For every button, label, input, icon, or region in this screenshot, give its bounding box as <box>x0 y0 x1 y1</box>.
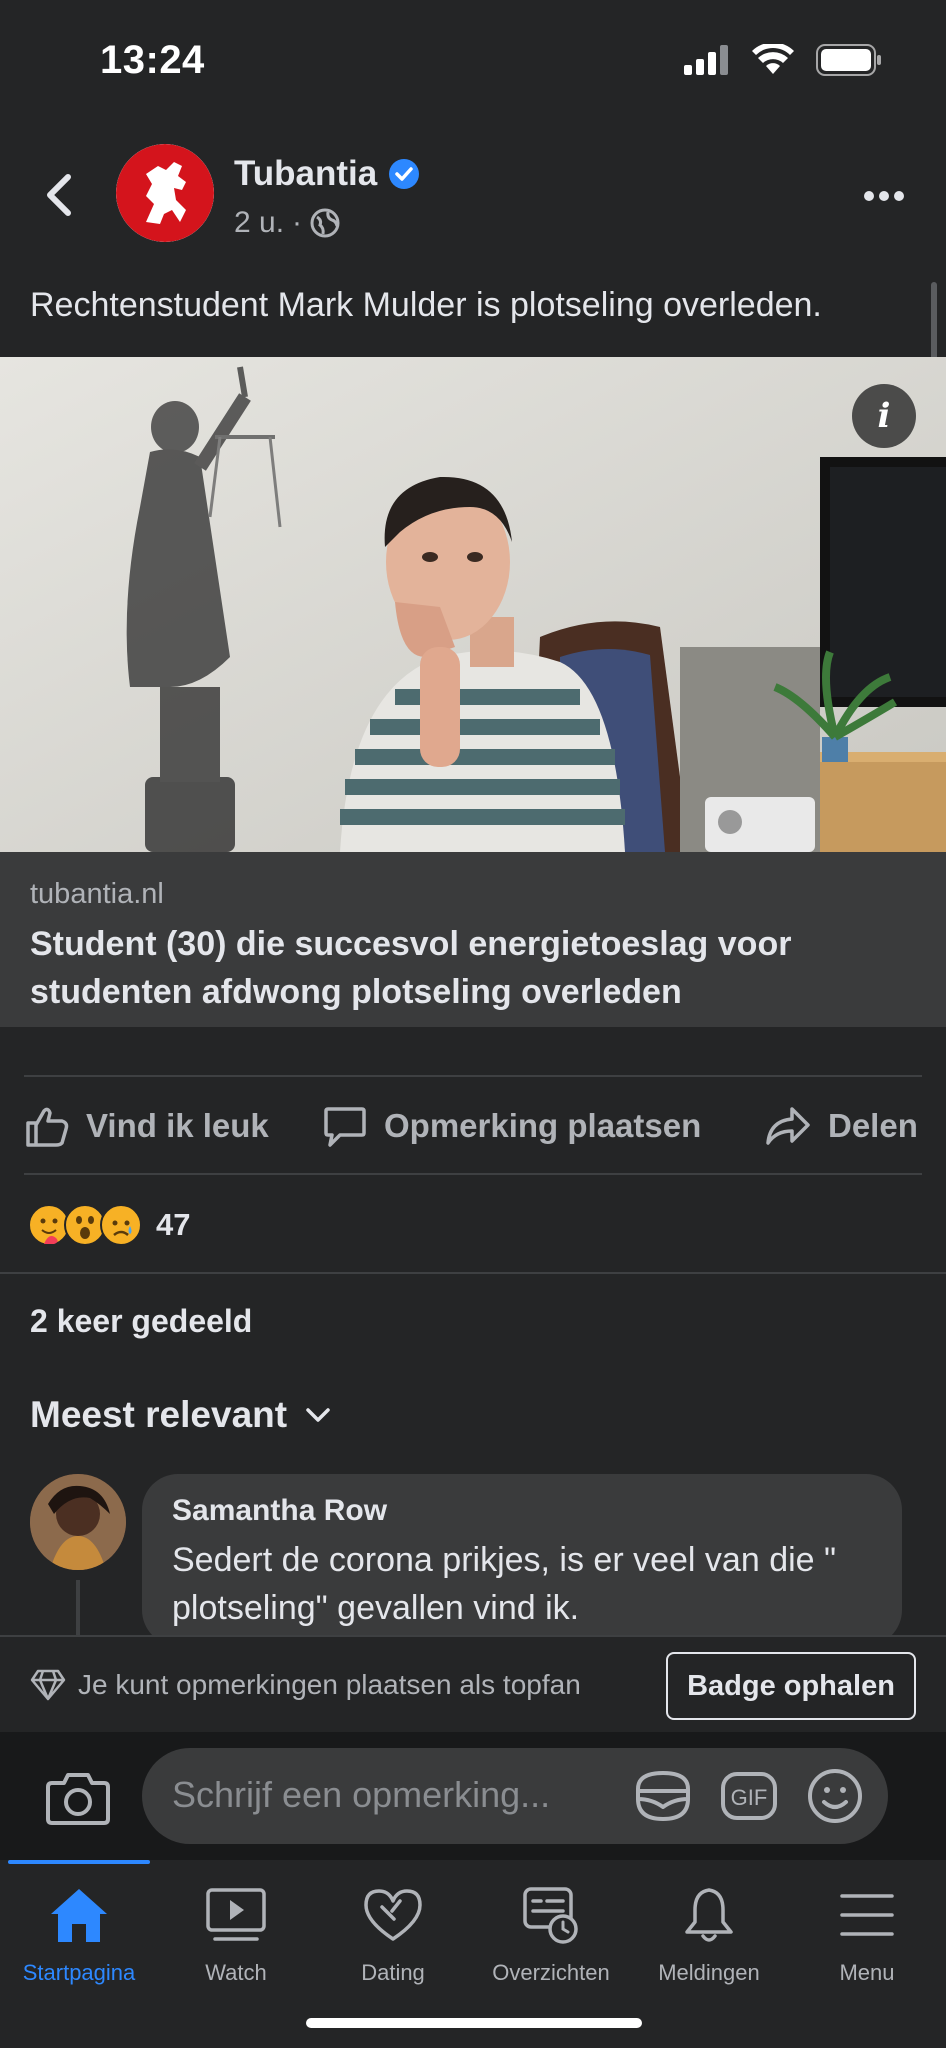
back-button[interactable] <box>34 170 84 220</box>
link-preview[interactable]: tubantia.nl Student (30) die succesvol e… <box>0 852 946 1027</box>
reaction-count: 47 <box>156 1207 191 1242</box>
link-title[interactable]: Student (30) die succesvol energietoesla… <box>30 920 910 1016</box>
comment-bubble[interactable]: Samantha Row Sedert de corona prikjes, i… <box>142 1474 902 1646</box>
nav-item-menu[interactable]: Menu <box>788 1880 946 2000</box>
post-photo[interactable] <box>0 357 946 852</box>
thumbs-up-icon <box>26 1107 69 1147</box>
link-domain: tubantia.nl <box>30 878 164 910</box>
post-time[interactable]: 2 u. <box>234 206 284 240</box>
signal-icon <box>684 45 728 75</box>
verified-badge-icon <box>389 159 420 189</box>
get-badge-button[interactable]: Badge ophalen <box>666 1652 916 1720</box>
nav-label: Menu <box>839 1960 895 1985</box>
sort-label: Meest relevant <box>30 1394 288 1435</box>
nav-item-feeds[interactable]: Overzichten <box>472 1880 630 2000</box>
comment-composer: Schrijf een opmerking... GIF <box>0 1732 946 1860</box>
emoji-button[interactable] <box>806 1768 864 1824</box>
divider <box>0 1272 946 1274</box>
svg-text:GIF: GIF <box>731 1785 768 1810</box>
share-button[interactable]: Delen <box>764 1078 918 1174</box>
feeds-icon <box>523 1887 578 1944</box>
nav-label: Watch <box>205 1960 267 1985</box>
topfan-message: Je kunt opmerkingen plaatsen als topfan <box>30 1669 581 1701</box>
dating-icon <box>364 1889 422 1941</box>
sticker-icon <box>636 1770 690 1822</box>
battery-icon <box>816 44 881 76</box>
nav-label: Dating <box>361 1960 425 1985</box>
globe-icon <box>310 208 340 238</box>
comment-label: Opmerking plaatsen <box>384 1107 702 1144</box>
nav-label: Overzichten <box>492 1960 610 1985</box>
action-bar: Vind ik leuk Opmerking plaatsen Delen <box>0 1078 946 1174</box>
like-button[interactable]: Vind ik leuk <box>24 1078 269 1174</box>
post-header: Tubantia 2 u. · <box>0 130 946 255</box>
nav-label: Meldingen <box>658 1960 760 1985</box>
comment-author[interactable]: Samantha Row <box>172 1494 872 1528</box>
status-icons <box>684 44 882 76</box>
status-time: 13:24 <box>100 38 205 82</box>
page-name[interactable]: Tubantia <box>234 154 420 194</box>
gif-icon: GIF <box>721 1772 777 1820</box>
comment-avatar[interactable] <box>30 1474 126 1570</box>
share-count[interactable]: 2 keer gedeeld <box>30 1303 252 1340</box>
home-icon <box>51 1889 107 1942</box>
chevron-left-icon <box>47 174 71 216</box>
divider <box>24 1173 922 1175</box>
divider <box>24 1075 922 1077</box>
nav-item-dating[interactable]: Dating <box>314 1880 472 2000</box>
share-label: Delen <box>828 1107 918 1144</box>
comment-input[interactable]: Schrijf een opmerking... GIF <box>142 1748 888 1844</box>
diamond-icon <box>30 1669 66 1701</box>
composer-tools: GIF <box>634 1768 864 1824</box>
like-label: Vind ik leuk <box>86 1107 269 1144</box>
comment-sort-dropdown[interactable]: Meest relevant <box>30 1394 331 1436</box>
photo-illustration <box>0 357 946 852</box>
more-options-button[interactable] <box>856 174 912 218</box>
comment-text: Sedert de corona prikjes, is er veel van… <box>172 1541 837 1627</box>
page-name-text[interactable]: Tubantia <box>234 154 377 194</box>
bell-icon <box>685 1888 733 1942</box>
sticker-button[interactable] <box>634 1768 692 1824</box>
nav-item-watch[interactable]: Watch <box>157 1880 315 2000</box>
topfan-banner: Je kunt opmerkingen plaatsen als topfan … <box>0 1635 946 1732</box>
status-bar: 13:24 <box>0 0 946 120</box>
share-icon <box>766 1107 810 1145</box>
nav-item-notifications[interactable]: Meldingen <box>630 1880 788 2000</box>
home-indicator[interactable] <box>306 2018 642 2028</box>
gif-button[interactable]: GIF <box>720 1768 778 1824</box>
post-text: Rechtenstudent Mark Mulder is plotseling… <box>30 286 822 324</box>
ad-info-button[interactable]: i <box>852 384 916 448</box>
topfan-text: Je kunt opmerkingen plaatsen als topfan <box>78 1669 581 1700</box>
nav-label: Startpagina <box>22 1960 136 1985</box>
meta-separator: · <box>292 206 303 239</box>
page-avatar[interactable] <box>116 144 214 242</box>
more-horizontal-icon <box>864 191 904 201</box>
sad-emoji-icon <box>100 1204 142 1246</box>
nav-item-home[interactable]: Startpagina <box>0 1880 158 2000</box>
camera-icon <box>46 1773 110 1825</box>
menu-icon <box>840 1894 894 1936</box>
watch-icon <box>206 1888 266 1941</box>
smiley-icon <box>808 1769 862 1823</box>
thread-line <box>76 1580 80 1636</box>
wifi-icon <box>752 44 794 74</box>
comment-placeholder: Schrijf een opmerking... <box>172 1774 551 1815</box>
nav-active-indicator <box>8 1860 150 1864</box>
avatar-photo <box>30 1474 126 1570</box>
post-meta: 2 u. · <box>234 206 340 240</box>
chevron-down-icon <box>306 1408 330 1422</box>
camera-button[interactable] <box>40 1766 116 1830</box>
comment-icon <box>324 1107 366 1147</box>
reactions-summary[interactable]: 47 <box>28 1200 190 1250</box>
comment-button[interactable]: Opmerking plaatsen <box>322 1078 701 1174</box>
tubantia-logo-icon <box>116 144 214 242</box>
